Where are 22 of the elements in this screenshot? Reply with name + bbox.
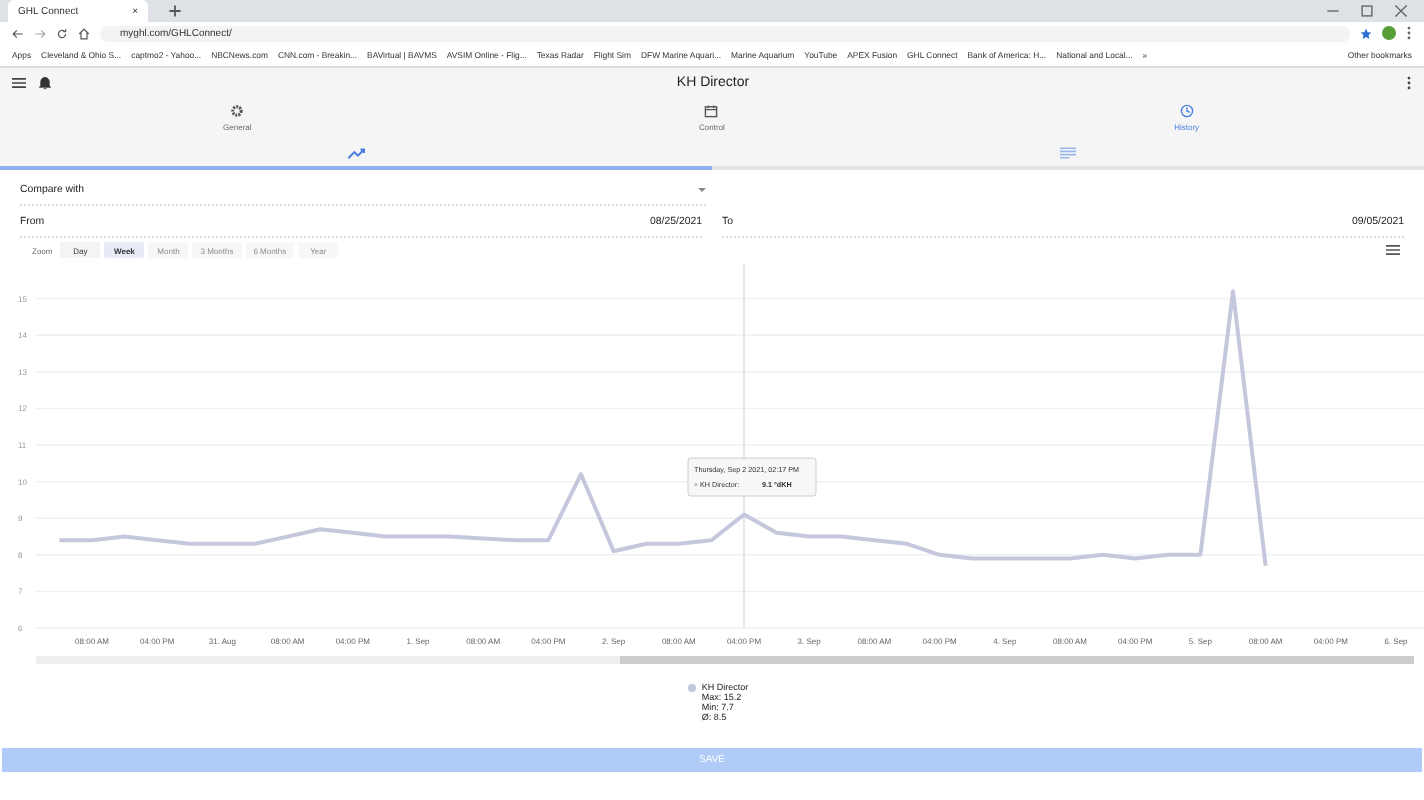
- star-icon[interactable]: [1360, 27, 1372, 39]
- clock-icon: [1179, 104, 1194, 118]
- more-options-icon[interactable]: [1406, 76, 1412, 90]
- restore-icon[interactable]: [1360, 4, 1374, 18]
- back-icon[interactable]: [12, 27, 24, 39]
- kebab-menu-icon[interactable]: [1406, 26, 1412, 40]
- minimize-icon[interactable]: [1326, 4, 1340, 18]
- close-icon[interactable]: [1394, 4, 1408, 18]
- menu-icon[interactable]: [12, 76, 26, 90]
- new-tab-icon[interactable]: [168, 4, 182, 18]
- profile-avatar-icon[interactable]: [1382, 26, 1396, 40]
- trend-chart-icon: [347, 145, 365, 159]
- range-scrollbar[interactable]: [36, 656, 1414, 664]
- list-icon: [1060, 145, 1076, 159]
- scrollbar-thumb[interactable]: [620, 656, 1414, 664]
- home-icon[interactable]: [78, 27, 90, 39]
- gear-icon: [230, 104, 245, 118]
- bell-icon[interactable]: [38, 76, 52, 90]
- chart-menu-icon[interactable]: [1386, 244, 1400, 256]
- calendar-icon: [704, 104, 719, 118]
- reload-icon[interactable]: [56, 27, 68, 39]
- legend-dot-icon: [687, 684, 696, 692]
